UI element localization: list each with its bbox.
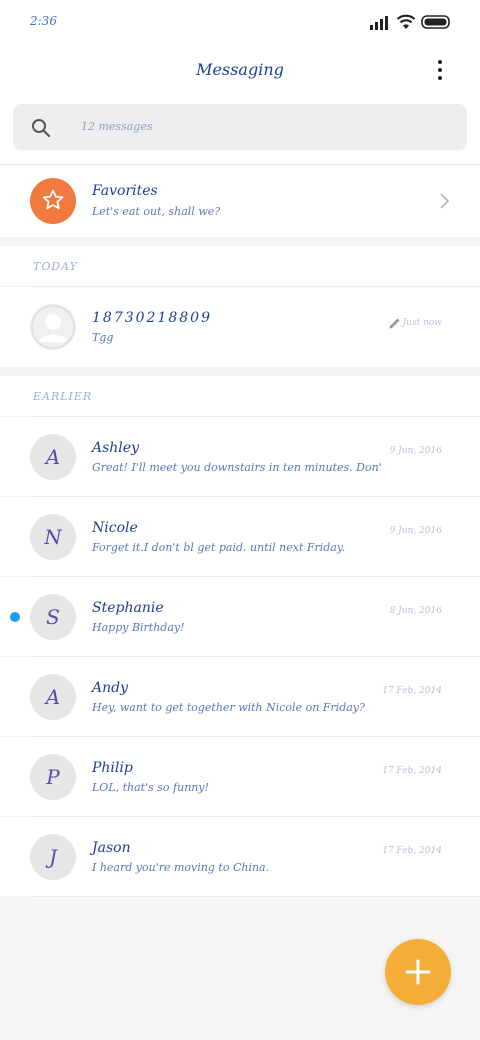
- conversation-name: Nicole: [92, 520, 138, 536]
- favorites-title: Favorites: [92, 183, 158, 199]
- search-placeholder: 12 messages: [81, 120, 153, 133]
- section-label-earlier: EARLIER: [33, 390, 93, 403]
- conversation-preview: Happy Birthday!: [92, 621, 185, 634]
- conversation-name: Jason: [92, 840, 131, 856]
- conversation-row[interactable]: J Jason I heard you're moving to China. 17 …: [0, 817, 480, 896]
- favorites-row[interactable]: Favorites Let's eat out, shall we?: [0, 165, 480, 237]
- conversation-name: Philip: [92, 760, 133, 776]
- edit-draft-icon: [389, 318, 400, 329]
- section-label-today: TODAY: [33, 260, 78, 273]
- favorites-preview: Let's eat out, shall we?: [92, 205, 221, 218]
- conversation-row[interactable]: P Philip LOL, that's so funny! 17 Feb, 2014: [0, 737, 480, 816]
- conversation-preview: I heard you're moving to China.: [92, 861, 270, 874]
- favorites-avatar: [30, 178, 76, 224]
- conversation-time: 9 Jun, 2016: [389, 446, 442, 456]
- messaging-screen: 2:36 Messaging 12 messages Favorites Let…: [0, 0, 480, 1040]
- section-gap: [0, 237, 480, 246]
- conversation-preview: Hey, want to get together with Nicole on…: [92, 701, 365, 714]
- avatar: S: [30, 594, 76, 640]
- avatar: J: [30, 834, 76, 880]
- conversation-time: 17 Feb, 2014: [382, 766, 442, 776]
- conversation-time: 8 Jun, 2016: [389, 606, 442, 616]
- page-title: Messaging: [196, 60, 284, 79]
- chevron-right-icon: [440, 193, 450, 209]
- conversation-time: 17 Feb, 2014: [382, 686, 442, 696]
- avatar-initial: S: [46, 605, 60, 629]
- avatar-initial: N: [44, 525, 62, 549]
- avatar: P: [30, 754, 76, 800]
- conversation-name: Andy: [92, 680, 128, 696]
- avatar: N: [30, 514, 76, 560]
- avatar-initial: P: [46, 765, 60, 789]
- avatar-initial: J: [48, 845, 58, 869]
- plus-icon: [405, 959, 431, 985]
- avatar: A: [30, 674, 76, 720]
- avatar: [30, 304, 76, 350]
- wifi-icon: [396, 14, 416, 29]
- new-message-button[interactable]: [385, 939, 451, 1005]
- status-time: 2:36: [30, 14, 57, 28]
- conversation-preview: LOL, that's so funny!: [92, 781, 209, 794]
- top-area: 2:36 Messaging 12 messages: [0, 0, 480, 164]
- conversation-name: 18730218809: [92, 310, 212, 326]
- section-gap: [0, 367, 480, 376]
- conversation-row[interactable]: S Stephanie Happy Birthday! 8 Jun, 2016: [0, 577, 480, 656]
- more-vertical-icon-dot: [438, 76, 442, 80]
- section-header-today: TODAY: [0, 246, 480, 286]
- conversation-time: 17 Feb, 2014: [382, 846, 442, 856]
- avatar-initial: A: [45, 445, 61, 469]
- person-icon: [31, 305, 75, 349]
- search-icon: [32, 119, 51, 138]
- conversation-row[interactable]: N Nicole Forget it.I don't bl get paid. un…: [0, 497, 480, 576]
- conversation-preview: Great! I'll meet you downstairs in ten m…: [92, 461, 382, 474]
- conversation-preview: Tgg: [92, 331, 114, 344]
- conversation-row[interactable]: 18730218809 Tgg Just now: [0, 287, 480, 367]
- conversation-preview: Forget it.I don't bl get paid. until nex…: [92, 541, 346, 554]
- conversation-name: Stephanie: [92, 600, 164, 616]
- conversation-row[interactable]: A Andy Hey, want to get together with Nico…: [0, 657, 480, 736]
- signal-icon: [370, 16, 388, 30]
- conversation-row[interactable]: A Ashley Great! I'll meet you downstairs i…: [0, 417, 480, 496]
- status-icons: [370, 12, 452, 32]
- avatar: A: [30, 434, 76, 480]
- conversation-name: Ashley: [92, 440, 139, 456]
- star-icon: [42, 189, 64, 210]
- more-vertical-icon: [438, 60, 442, 64]
- search-input[interactable]: 12 messages: [13, 104, 467, 150]
- divider: [30, 896, 480, 897]
- section-header-earlier: EARLIER: [0, 376, 480, 416]
- more-vertical-icon-dot: [438, 68, 442, 72]
- conversation-time: Just now: [402, 318, 442, 328]
- unread-indicator: [10, 612, 20, 622]
- conversation-time: 9 Jun, 2016: [389, 526, 442, 536]
- battery-icon: [421, 15, 450, 29]
- avatar-initial: A: [45, 685, 61, 709]
- more-options-button[interactable]: [430, 56, 450, 86]
